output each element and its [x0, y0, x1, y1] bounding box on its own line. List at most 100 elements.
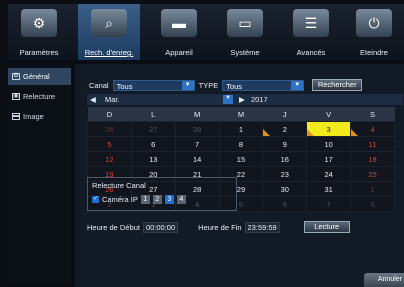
power-icon: ⏻ — [356, 9, 392, 37]
weekday-label: J — [262, 107, 307, 122]
chevron-down-icon: ▼ — [291, 80, 304, 90]
calendar-day[interactable]: 26 — [87, 121, 132, 137]
sidebar-item-label: Relecture — [23, 92, 56, 101]
calendar-day[interactable]: 6 — [262, 196, 308, 212]
weekday-label: S — [350, 107, 395, 122]
calendar-week: 5 6 7 8 9 10 11 — [87, 136, 395, 152]
tab-avances[interactable]: ☰ Avancés — [280, 4, 342, 60]
playback-channel-title: Relecture Canal — [92, 181, 146, 190]
system-icon: ▭ — [227, 9, 263, 37]
advanced-icon: ☰ — [293, 9, 329, 37]
month-nav: ◀ Mar. ▼ ▶ 2017 — [87, 94, 403, 105]
weekday-label: D — [87, 107, 132, 122]
sidebar-item-label: Général — [23, 72, 50, 81]
weekday-label: M — [175, 107, 220, 122]
calendar-day[interactable]: 11 — [350, 136, 395, 152]
sidebar-item-label: Image — [23, 112, 44, 121]
type-label: TYPE — [198, 80, 219, 90]
calendar-day[interactable]: 9 — [262, 136, 308, 152]
tab-label: Appareil — [165, 48, 193, 57]
tab-appareil[interactable]: ▬ Appareil — [148, 4, 210, 60]
camera-channel-1[interactable]: 1 — [140, 195, 150, 204]
canal-select[interactable]: Tous ▼ — [112, 79, 195, 91]
tab-parametres[interactable]: ⚙ Paramètres — [8, 4, 70, 60]
end-time-label: Heure de Fin — [198, 222, 242, 232]
calendar-day[interactable]: 4 — [350, 121, 395, 137]
sidebar-item-relecture[interactable]: ▣ Relecture — [8, 88, 71, 105]
month-dropdown-icon[interactable]: ▼ — [223, 95, 233, 104]
calendar-day[interactable]: 16 — [262, 151, 308, 167]
camera-row: ✓ Caméra IP 1 2 3 4 — [92, 195, 186, 204]
sidebar-item-general[interactable]: ⚙ Général — [8, 68, 71, 85]
calendar-day[interactable]: 28 — [174, 121, 220, 137]
tab-systeme[interactable]: ▭ Système — [214, 4, 276, 60]
camera-label: Caméra IP — [102, 195, 138, 204]
calendar-day[interactable]: 18 — [350, 151, 395, 167]
calendar-day[interactable]: 8 — [350, 196, 395, 212]
calendar-day[interactable]: 27 — [130, 121, 176, 137]
next-month-icon[interactable]: ▶ — [239, 95, 245, 104]
device-icon: ▬ — [161, 9, 197, 37]
calendar-day[interactable]: 23 — [262, 166, 308, 182]
calendar-day[interactable]: 6 — [130, 136, 176, 152]
calendar-day[interactable]: 7 — [306, 196, 352, 212]
general-icon: ⚙ — [12, 73, 20, 80]
top-menu-bar: ⚙ Paramètres ⌕ Rech. d'enreg. ▬ Appareil… — [8, 4, 404, 60]
calendar-day[interactable]: 7 — [174, 136, 220, 152]
playback-channel-box: Relecture Canal ✓ Caméra IP 1 2 3 4 — [87, 177, 237, 211]
camera-channel-4[interactable]: 4 — [176, 195, 186, 204]
month-value: Mar. — [105, 95, 120, 104]
calendar-week: 26 27 28 1 2 3 4 — [87, 121, 395, 137]
play-button[interactable]: Lecture — [303, 221, 350, 233]
search-row: Canal Tous ▼ TYPE Tous ▼ Rechercher — [89, 79, 363, 91]
calendar-day[interactable]: 30 — [262, 181, 308, 197]
camera-channel-3[interactable]: 3 — [164, 195, 174, 204]
image-icon: ▬ — [12, 113, 20, 120]
weekday-header: D L M M J V S — [87, 107, 395, 122]
time-row: Heure de Début 00:00:00 Heure de Fin 23:… — [87, 221, 350, 233]
camera-channel-2[interactable]: 2 — [152, 195, 162, 204]
checkbox-icon[interactable]: ✓ — [92, 196, 99, 203]
prev-month-icon[interactable]: ◀ — [90, 95, 96, 104]
calendar-day[interactable]: 5 — [87, 136, 132, 152]
calendar-day[interactable]: 15 — [218, 151, 264, 167]
calendar-day-today[interactable]: 3 — [306, 121, 352, 137]
tab-rech-enreg[interactable]: ⌕ Rech. d'enreg. — [78, 4, 140, 60]
calendar-day[interactable]: 24 — [306, 166, 352, 182]
calendar-day[interactable]: 12 — [87, 151, 132, 167]
tab-eteindre[interactable]: ⏻ Eteindre — [344, 4, 404, 60]
weekday-label: V — [306, 107, 351, 122]
calendar-day[interactable]: 17 — [306, 151, 352, 167]
calendar-day[interactable]: 13 — [130, 151, 176, 167]
tab-label: Système — [230, 48, 260, 57]
calendar-week: 12 13 14 15 16 17 18 — [87, 151, 395, 167]
calendar-day[interactable]: 1 — [218, 121, 264, 137]
tab-label: Avancés — [296, 48, 326, 57]
tab-label: Eteindre — [360, 48, 388, 57]
start-time-field[interactable]: 00:00:00 — [142, 221, 179, 233]
weekday-label: M — [219, 107, 263, 122]
tab-label: Rech. d'enreg. — [84, 48, 134, 57]
playback-icon: ▣ — [12, 93, 20, 100]
type-select[interactable]: Tous ▼ — [222, 79, 305, 91]
weekday-label: L — [131, 107, 176, 122]
calendar-day[interactable]: 2 — [262, 121, 308, 137]
end-time-field[interactable]: 23:59:59 — [244, 221, 280, 233]
cancel-button[interactable]: Annuler — [364, 273, 404, 287]
canal-label: Canal — [89, 80, 109, 90]
type-value: Tous — [226, 81, 243, 91]
start-time-label: Heure de Début — [87, 222, 140, 232]
calendar-day[interactable]: 1 — [350, 181, 395, 197]
calendar-day[interactable]: 10 — [306, 136, 352, 152]
calendar-day[interactable]: 31 — [306, 181, 352, 197]
search-button[interactable]: Rechercher — [312, 79, 363, 91]
tab-label: Paramètres — [19, 48, 59, 57]
calendar-day[interactable]: 8 — [218, 136, 264, 152]
calendar-day[interactable]: 25 — [350, 166, 395, 182]
search-record-icon: ⌕ — [91, 9, 127, 37]
main-panel: Canal Tous ▼ TYPE Tous ▼ Rechercher ◀ Ma… — [75, 64, 404, 287]
calendar-day[interactable]: 14 — [174, 151, 220, 167]
sidebar: ⚙ Général ▣ Relecture ▬ Image — [8, 64, 71, 284]
gear-icon: ⚙ — [21, 9, 57, 37]
sidebar-item-image[interactable]: ▬ Image — [8, 108, 71, 125]
